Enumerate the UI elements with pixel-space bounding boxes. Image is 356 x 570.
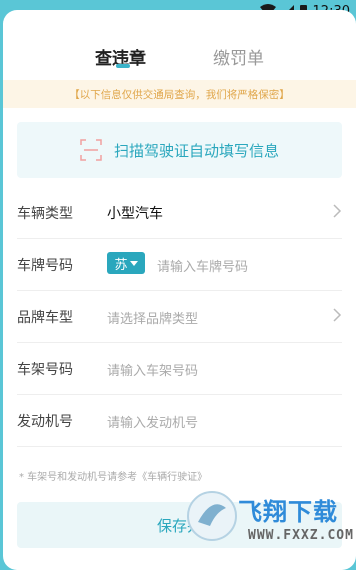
watermark-url: WWW.FXXZ.COM (248, 528, 354, 543)
brand-model-row[interactable]: 品牌车型 请选择品牌类型 (17, 290, 342, 343)
caret-down-icon (129, 260, 138, 266)
vehicle-type-value: 小型汽车 (107, 206, 163, 222)
vin-row: 车架号码 请输入车架号码 (17, 342, 342, 395)
engine-number-label: 发动机号 (17, 414, 73, 430)
tab-pay-ticket[interactable]: 缴罚单 (213, 44, 264, 69)
scan-license-label: 扫描驾驶证自动填写信息 (113, 141, 279, 160)
brand-model-select: 请选择品牌类型 (107, 312, 199, 327)
vehicle-type-label: 车辆类型 (17, 206, 73, 222)
watermark-text: 飞翔下载 (238, 498, 338, 526)
vin-input[interactable]: 请输入车架号码 (107, 360, 198, 379)
watermark-logo-icon (187, 491, 237, 541)
watermark: 飞翔下载 WWW.FXXZ.COM (186, 486, 356, 554)
province-select[interactable]: 苏 (107, 252, 145, 274)
plate-number-input[interactable]: 请输入车牌号码 (157, 256, 248, 275)
plate-number-row: 车牌号码 苏 请输入车牌号码 (17, 238, 342, 291)
brand-model-label: 品牌车型 (17, 310, 73, 326)
scan-icon (80, 139, 102, 161)
vin-label: 车架号码 (17, 362, 73, 378)
footnote: * 车架号和发动机号请参考《车辆行驶证》 (19, 472, 208, 483)
chevron-right-icon (333, 204, 342, 218)
province-value: 苏 (114, 257, 128, 273)
engine-number-row: 发动机号 请输入发动机号 (17, 394, 342, 447)
engine-number-input[interactable]: 请输入发动机号 (107, 412, 198, 431)
privacy-notice: 【以下信息仅供交通局查询，我们将严格保密】 (3, 80, 356, 108)
plate-number-label: 车牌号码 (17, 258, 73, 274)
scan-license-button[interactable]: 扫描驾驶证自动填写信息 (17, 122, 342, 178)
vehicle-type-row[interactable]: 车辆类型 小型汽车 (17, 186, 342, 239)
tab-bar: 查违章 缴罚单 (3, 44, 356, 80)
active-tab-indicator (116, 64, 130, 68)
chevron-right-icon (333, 308, 342, 322)
